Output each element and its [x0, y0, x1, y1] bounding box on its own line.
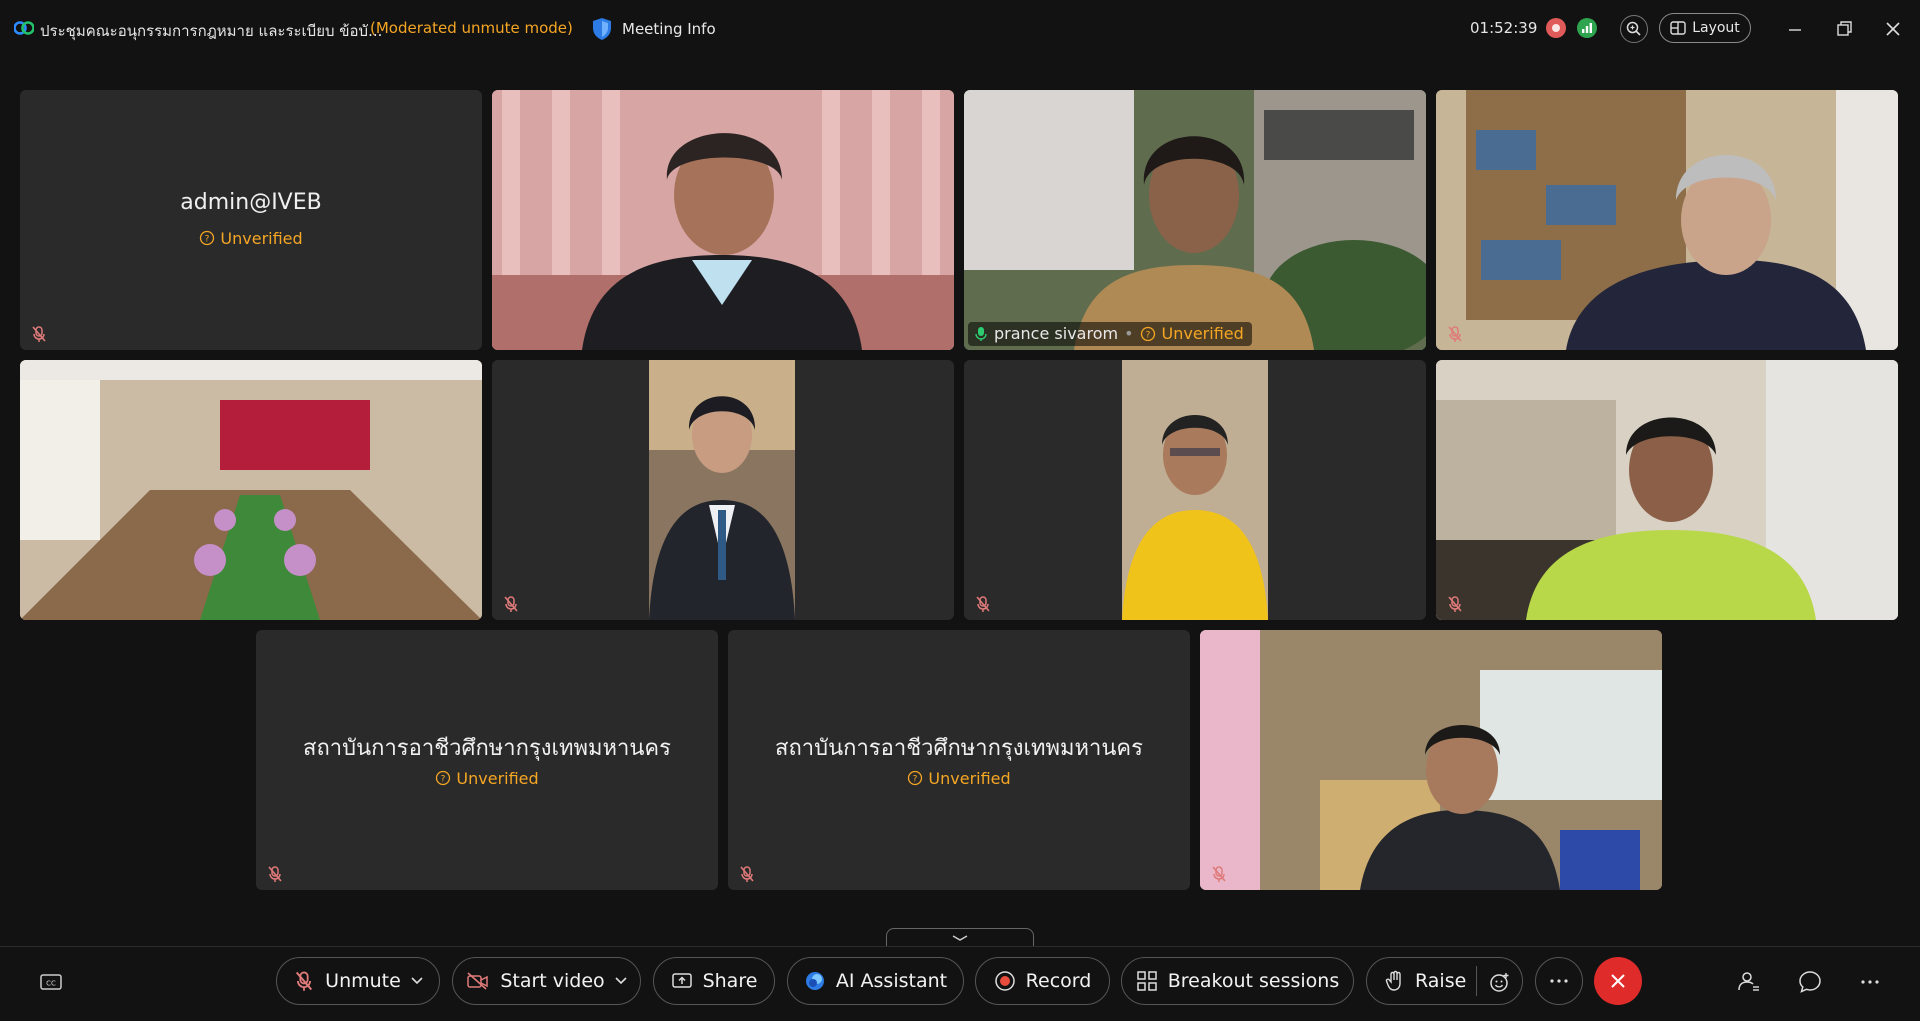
participant-name: prance sivarom — [994, 324, 1119, 343]
participant-video — [1436, 360, 1898, 620]
mic-active-icon — [975, 326, 987, 341]
mic-muted-icon — [502, 595, 520, 613]
participant-tile-prance[interactable]: prance sivarom • Unverified — [964, 90, 1426, 350]
participant-tile-institute-2[interactable]: สถาบันการอาชีวศึกษากรุงเทพมหานคร Unverif… — [728, 630, 1190, 890]
unverified-badge: Unverified — [728, 769, 1190, 788]
start-video-button[interactable]: Start video — [452, 957, 641, 1005]
participant-tile-video-2[interactable] — [492, 90, 954, 350]
unverified-badge: Unverified — [1161, 324, 1244, 343]
more-options-button[interactable] — [1535, 957, 1583, 1005]
meeting-title: ประชุมคณะอนุกรรมการกฎหมาย และระเบียบ ข้อ… — [40, 22, 383, 40]
raise-hand-icon — [1385, 970, 1401, 991]
mic-muted-icon — [266, 865, 284, 883]
share-screen-icon — [671, 973, 692, 988]
participant-video — [20, 360, 482, 620]
start-video-label: Start video — [500, 970, 605, 992]
closed-captions-icon[interactable]: CC — [38, 969, 64, 995]
participant-tile-conference-room[interactable] — [20, 360, 482, 620]
moderated-mode-label: (Moderated unmute mode) — [370, 19, 573, 37]
participant-tile-institute-1[interactable]: สถาบันการอาชีวศึกษากรุงเทพมหานคร Unverif… — [256, 630, 718, 890]
shield-icon — [593, 18, 611, 40]
ai-assistant-label: AI Assistant — [835, 970, 948, 992]
record-label: Record — [1025, 970, 1092, 992]
participant-name: admin@IVEB — [180, 190, 322, 215]
mic-muted-icon — [1446, 595, 1464, 613]
chat-icon[interactable] — [1797, 969, 1823, 995]
breakout-sessions-label: Breakout sessions — [1167, 970, 1340, 992]
question-circle-icon — [435, 770, 451, 786]
layout-label: Layout — [1692, 20, 1740, 36]
participant-tile-admin[interactable]: admin@IVEB Unverified — [20, 90, 482, 350]
network-signal-icon[interactable] — [1577, 18, 1597, 38]
unverified-badge: Unverified — [256, 769, 718, 788]
webex-logo-icon — [14, 21, 34, 35]
participant-video — [1200, 630, 1662, 890]
zoom-icon[interactable] — [1620, 15, 1648, 43]
participant-tile-video-8[interactable] — [1436, 360, 1898, 620]
close-icon — [1611, 974, 1625, 988]
meeting-info-button[interactable]: Meeting Info — [592, 14, 716, 44]
chevron-down-icon[interactable] — [411, 977, 423, 985]
grid-layout-icon — [1670, 21, 1686, 35]
participant-tile-video-7[interactable] — [964, 360, 1426, 620]
participant-video — [964, 90, 1426, 350]
layout-button[interactable]: Layout — [1659, 13, 1751, 43]
unverified-badge: Unverified — [20, 229, 482, 248]
recording-indicator-icon[interactable] — [1546, 18, 1566, 38]
meeting-timer: 01:52:39 — [1470, 19, 1538, 37]
restore-icon[interactable] — [1833, 18, 1855, 40]
participant-label: prance sivarom • Unverified — [968, 322, 1252, 346]
raise-label: Raise — [1415, 970, 1467, 992]
meeting-info-label: Meeting Info — [622, 20, 716, 38]
participants-icon[interactable] — [1736, 969, 1762, 995]
mic-muted-icon — [30, 325, 48, 343]
divider — [1476, 966, 1477, 996]
question-circle-icon — [1140, 326, 1156, 342]
more-dots-icon — [1550, 979, 1568, 983]
participant-video — [1436, 90, 1898, 350]
mic-muted-icon — [1210, 865, 1228, 883]
meeting-controls-toolbar: CC Unmute Start video Share AI Assistant — [0, 946, 1920, 1021]
share-button[interactable]: Share — [653, 957, 775, 1005]
title-bar: ประชุมคณะอนุกรรมการกฎหมาย และระเบียบ ข้อ… — [0, 0, 1920, 58]
svg-text:CC: CC — [46, 980, 56, 988]
mic-muted-icon — [1446, 325, 1464, 343]
participant-tile-video-11[interactable] — [1200, 630, 1662, 890]
participant-tile-video-6[interactable] — [492, 360, 954, 620]
mic-muted-icon — [974, 595, 992, 613]
reactions-icon[interactable] — [1489, 971, 1511, 993]
participant-video — [1122, 360, 1268, 620]
unmute-button[interactable]: Unmute — [276, 957, 440, 1005]
minimize-icon[interactable] — [1784, 18, 1806, 40]
participant-tile-video-4[interactable] — [1436, 90, 1898, 350]
mic-muted-icon — [293, 970, 315, 992]
raise-hand-button[interactable]: Raise — [1366, 957, 1523, 1005]
chevron-down-icon[interactable] — [615, 977, 627, 985]
video-off-icon — [467, 972, 489, 990]
participant-name: สถาบันการอาชีวศึกษากรุงเทพมหานคร — [303, 736, 671, 761]
share-label: Share — [702, 970, 758, 992]
ai-assistant-icon — [805, 972, 824, 990]
question-circle-icon — [199, 230, 215, 246]
collapse-filmstrip-button[interactable] — [886, 928, 1034, 947]
record-icon — [994, 971, 1015, 991]
question-circle-icon — [907, 770, 923, 786]
participant-video — [649, 360, 795, 620]
close-icon[interactable] — [1882, 18, 1904, 40]
unmute-label: Unmute — [325, 970, 401, 992]
participant-name: สถาบันการอาชีวศึกษากรุงเทพมหานคร — [775, 736, 1143, 761]
more-panels-icon[interactable] — [1857, 969, 1883, 995]
breakout-sessions-button[interactable]: Breakout sessions — [1121, 957, 1354, 1005]
ai-assistant-button[interactable]: AI Assistant — [787, 957, 964, 1005]
breakout-grid-icon — [1137, 971, 1157, 991]
participant-video — [492, 90, 954, 350]
record-button[interactable]: Record — [975, 957, 1110, 1005]
leave-meeting-button[interactable] — [1594, 957, 1642, 1005]
mic-muted-icon — [738, 865, 756, 883]
chevron-down-icon — [952, 935, 968, 941]
